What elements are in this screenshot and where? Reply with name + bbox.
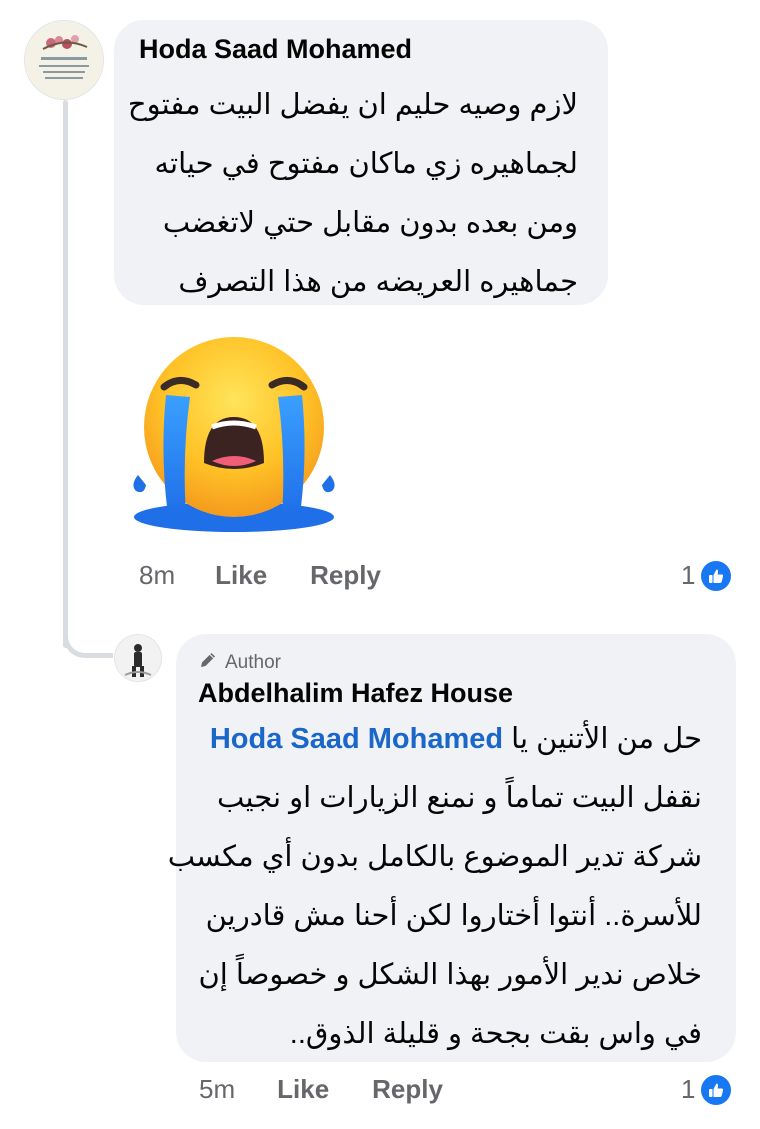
author-badge-label: Author [225, 652, 281, 673]
reply-text-line: للأسرة.. أنتوا أختاروا لكن أحنا مش قادري… [205, 900, 702, 932]
thumbs-up-icon [701, 1074, 732, 1105]
reply-button[interactable]: Reply [372, 1074, 443, 1105]
replier-avatar[interactable] [114, 634, 162, 682]
reply-meta: 5m Like Reply [199, 1074, 443, 1105]
comment-text-line: لجماهيره زي ماكان مفتوح في حياته [154, 148, 578, 180]
comment-text-line: جماهيره العريضه من هذا التصرف [178, 266, 578, 298]
reply-text-prefix: حل من الأتنين يا [511, 723, 702, 755]
reply-text: حل من الأتنين يا Hoda Saad Mohamed نقفل … [167, 710, 702, 1064]
comment-text-line: ومن بعده بدون مقابل حتي لاتغضب [162, 207, 578, 239]
commenter-avatar[interactable] [24, 20, 104, 100]
thumbs-up-icon [701, 560, 732, 591]
reply-bubble: Author Abdelhalim Hafez House حل من الأت… [167, 634, 736, 1064]
thread-line [63, 100, 68, 648]
reaction-count: 1 [681, 560, 696, 590]
reaction-count: 1 [681, 1074, 696, 1104]
avatar-image [115, 635, 161, 681]
reaction-summary[interactable]: 1 [681, 560, 732, 591]
reply-timestamp[interactable]: 5m [199, 1074, 235, 1105]
reply-button[interactable]: Reply [310, 560, 381, 591]
author-badge: Author [198, 650, 281, 676]
reply-text-line: شركة تدير الموضوع بالكامل بدون أي مكسب [167, 841, 702, 873]
comment-text-line: لازم وصيه حليم ان يفضل البيت مفتوح [127, 89, 578, 121]
comment-author-name[interactable]: Hoda Saad Mohamed [139, 34, 412, 65]
reply-text-line: نقفل البيت تماماً و نمنع الزيارات او نجي… [217, 782, 702, 814]
thread-connector [63, 600, 113, 658]
reply-text-line: خلاص ندير الأمور بهذا الشكل و خصوصاً إن [198, 959, 702, 991]
comment-meta: 8m Like Reply [139, 560, 381, 591]
mention-link[interactable]: Hoda Saad Mohamed [210, 723, 503, 755]
like-button[interactable]: Like [215, 560, 267, 591]
avatar-image [25, 21, 103, 99]
like-button[interactable]: Like [277, 1074, 329, 1105]
comment-timestamp[interactable]: 8m [139, 560, 175, 591]
reaction-summary[interactable]: 1 [681, 1074, 732, 1105]
reply-text-line: حل من الأتنين يا Hoda Saad Mohamed [202, 710, 702, 769]
pencil-icon [198, 650, 218, 676]
comment-text: لازم وصيه حليم ان يفضل البيت مفتوح لجماه… [127, 76, 578, 312]
comment-bubble: Hoda Saad Mohamed لازم وصيه حليم ان يفضل… [114, 20, 608, 305]
reply-text-line: في واس بقت بجحة و قليلة الذوق.. [289, 1018, 702, 1050]
crying-face-sticker [133, 337, 335, 532]
reply-author-name[interactable]: Abdelhalim Hafez House [198, 678, 513, 709]
